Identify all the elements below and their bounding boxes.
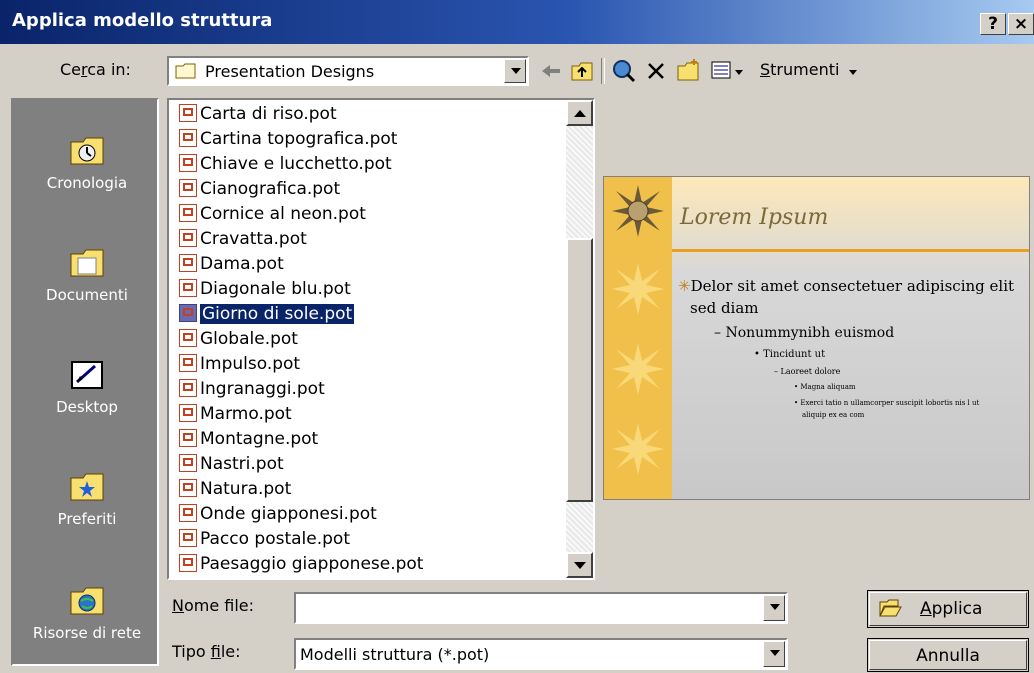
file-item[interactable]: Cianografica.pot (179, 179, 340, 203)
file-item-selected[interactable]: Giorno di sole.pot (179, 303, 356, 328)
place-desktop[interactable]: Desktop (13, 358, 161, 416)
powerpoint-template-icon (179, 279, 197, 297)
views-dropdown-arrow[interactable] (735, 70, 743, 75)
powerpoint-template-icon (179, 404, 197, 422)
tools-menu-button[interactable]: Strumenti (760, 60, 839, 79)
preview-title-rule (672, 249, 1029, 252)
powerpoint-template-icon (179, 204, 197, 222)
apply-button[interactable]: Applica (867, 590, 1029, 628)
scroll-thumb[interactable] (566, 238, 593, 502)
desktop-icon (71, 361, 103, 389)
powerpoint-template-icon (179, 479, 197, 497)
file-item[interactable]: Paesaggio giapponese.pot (179, 554, 423, 578)
powerpoint-template-icon (179, 129, 197, 147)
file-name-label: Nome file: (172, 596, 255, 615)
file-item[interactable]: Chiave e lucchetto.pot (179, 154, 392, 178)
preview-bullet-3: • Tincidunt ut (754, 349, 826, 360)
preview-bullet-1: ✳Delor sit amet consectetuer adipiscing … (678, 277, 1015, 295)
window-title: Applica modello struttura (12, 10, 273, 31)
toolbar-separator (601, 58, 605, 84)
file-item[interactable]: Cravatta.pot (179, 229, 307, 253)
powerpoint-template-icon (179, 454, 197, 472)
search-web-icon[interactable] (612, 59, 636, 83)
file-list-scrollbar[interactable] (566, 100, 593, 578)
file-type-label: Tipo file: (172, 642, 241, 661)
file-list[interactable]: Carta di riso.pot Cartina topografica.po… (167, 98, 595, 580)
file-item[interactable]: Natura.pot (179, 479, 291, 503)
favorites-folder-icon (70, 473, 104, 501)
place-history[interactable]: Cronologia (13, 134, 161, 192)
file-item[interactable]: Pacco postale.pot (179, 529, 350, 553)
file-item[interactable]: Impulso.pot (179, 354, 300, 378)
place-network[interactable]: Risorse di rete (13, 584, 161, 642)
look-in-dropdown-button[interactable] (504, 59, 526, 83)
powerpoint-template-icon (179, 554, 197, 572)
template-preview: Lorem Ipsum ✳Delor sit amet consectetuer… (603, 176, 1030, 500)
scroll-down-button[interactable] (566, 552, 593, 578)
documents-folder-icon (70, 249, 104, 277)
file-type-dropdown[interactable]: Modelli struttura (*.pot) (294, 638, 788, 670)
history-folder-icon (70, 137, 104, 165)
file-name-input[interactable] (294, 592, 788, 624)
powerpoint-template-icon (179, 229, 197, 247)
sun-face-icon (612, 185, 664, 237)
file-item[interactable]: Marmo.pot (179, 404, 292, 428)
preview-title: Lorem Ipsum (680, 205, 829, 230)
powerpoint-template-icon (179, 154, 197, 172)
look-in-dropdown[interactable]: Presentation Designs (167, 56, 529, 86)
delete-icon[interactable] (646, 61, 666, 81)
places-bar: Cronologia Documenti Desktop Preferiti R… (11, 98, 159, 666)
open-folder-icon (879, 599, 902, 617)
file-item[interactable]: Nastri.pot (179, 454, 284, 478)
powerpoint-template-icon (179, 329, 197, 347)
powerpoint-template-icon (179, 304, 197, 322)
file-item[interactable]: Cartina topografica.pot (179, 129, 397, 153)
preview-bullet-6: • Exerci tatio n ullamcorper suscipit lo… (794, 399, 980, 407)
powerpoint-template-icon (179, 529, 197, 547)
preview-bullet-5: • Magna aliquam (794, 383, 856, 391)
powerpoint-template-icon (179, 379, 197, 397)
powerpoint-template-icon (179, 429, 197, 447)
arrow-down-icon (574, 562, 586, 569)
network-folder-icon (70, 587, 104, 615)
folder-icon (175, 63, 196, 79)
file-item[interactable]: Onde giapponesi.pot (179, 504, 377, 528)
file-type-dropdown-button[interactable] (763, 641, 785, 667)
file-item[interactable]: Dama.pot (179, 254, 284, 278)
file-item[interactable]: Montagne.pot (179, 429, 318, 453)
powerpoint-template-icon (179, 254, 197, 272)
powerpoint-template-icon (179, 504, 197, 522)
tools-dropdown-arrow[interactable] (849, 70, 857, 75)
file-item[interactable]: Diagonale blu.pot (179, 279, 351, 303)
place-favorites[interactable]: Preferiti (13, 470, 161, 528)
look-in-label: Cerca in: (60, 60, 131, 79)
powerpoint-template-icon (179, 179, 197, 197)
file-name-dropdown-button[interactable] (763, 595, 785, 621)
views-icon[interactable] (710, 60, 732, 80)
sun-icon (612, 423, 664, 475)
new-folder-icon[interactable] (676, 58, 702, 82)
file-item[interactable]: Ingranaggi.pot (179, 379, 325, 403)
preview-bullet-1-cont: sed diam (690, 299, 759, 317)
up-folder-icon[interactable] (570, 60, 594, 82)
sun-icon (612, 263, 664, 315)
preview-bullet-4: – Laoreet dolore (774, 367, 841, 376)
help-button[interactable]: ? (980, 13, 1006, 35)
arrow-up-icon (574, 110, 586, 117)
scroll-up-button[interactable] (566, 100, 593, 126)
close-button[interactable]: × (1008, 13, 1034, 35)
look-in-value: Presentation Designs (205, 62, 375, 81)
sun-icon (612, 343, 664, 395)
powerpoint-template-icon (179, 104, 197, 122)
preview-bullet-2: – Nonummynibh euismod (714, 325, 895, 341)
place-documents[interactable]: Documenti (13, 246, 161, 304)
cancel-button[interactable]: Annulla (867, 638, 1029, 672)
back-arrow-icon[interactable] (540, 62, 562, 80)
file-item[interactable]: Carta di riso.pot (179, 104, 337, 128)
file-item[interactable]: Cornice al neon.pot (179, 204, 366, 228)
powerpoint-template-icon (179, 354, 197, 372)
file-item[interactable]: Globale.pot (179, 329, 298, 353)
preview-sun-strip (604, 177, 672, 499)
preview-bullet-6-cont: aliquip ex ea com (802, 411, 865, 419)
